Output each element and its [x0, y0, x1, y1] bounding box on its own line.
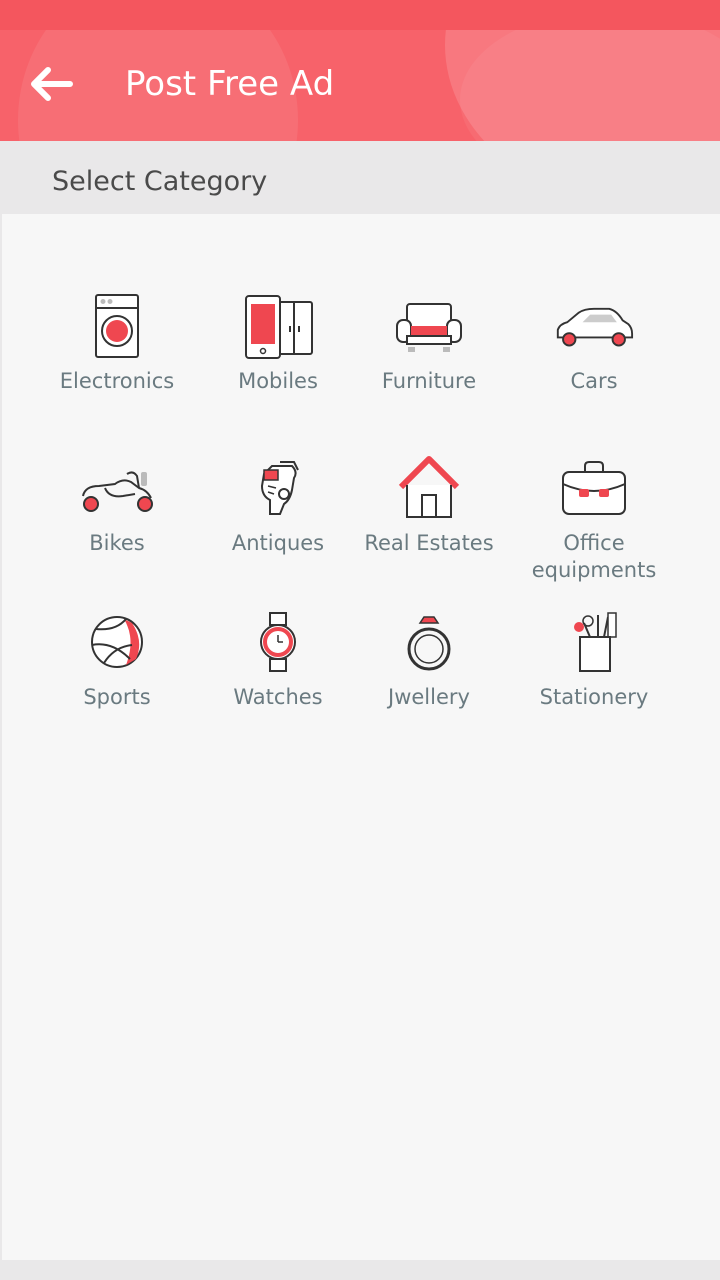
category-label: Cars — [570, 369, 618, 393]
category-furniture[interactable]: Furniture — [344, 290, 514, 400]
category-label: Sports — [83, 685, 151, 709]
pencil-cup-icon — [554, 606, 634, 678]
category-label: Mobiles — [238, 369, 318, 393]
page-title: Post Free Ad — [125, 64, 335, 104]
category-mobiles[interactable]: Mobiles — [193, 290, 363, 400]
status-bar — [0, 0, 720, 30]
section-title: Select Category — [52, 166, 268, 197]
back-button[interactable] — [22, 58, 80, 110]
car-icon — [554, 290, 634, 362]
motorbike-icon — [77, 452, 157, 524]
category-bikes[interactable]: Bikes — [32, 452, 202, 562]
briefcase-icon — [554, 452, 634, 524]
category-label: Office equipments — [531, 531, 657, 582]
category-cars[interactable]: Cars — [509, 290, 679, 400]
category-label: Electronics — [59, 369, 175, 393]
category-sports[interactable]: Sports — [32, 606, 202, 716]
category-watches[interactable]: Watches — [193, 606, 363, 716]
category-label: Bikes — [89, 531, 145, 555]
category-real-estates[interactable]: Real Estates — [344, 452, 514, 562]
volleyball-icon — [77, 606, 157, 678]
category-electronics[interactable]: Electronics — [32, 290, 202, 400]
house-icon — [389, 452, 469, 524]
category-office-equipments[interactable]: Office equipments — [509, 452, 679, 582]
category-label: Furniture — [381, 369, 477, 393]
category-label: Real Estates — [364, 531, 494, 555]
category-label: Watches — [233, 685, 323, 709]
app-bar-decoration — [460, 30, 720, 141]
wristwatch-icon — [238, 606, 318, 678]
washing-machine-icon — [77, 290, 157, 362]
category-label: Antiques — [231, 531, 325, 555]
mobile-phone-icon — [238, 290, 318, 362]
antique-statue-icon — [238, 452, 318, 524]
sofa-icon — [389, 290, 469, 362]
category-jewellery[interactable]: Jwellery — [344, 606, 514, 716]
category-label: Jwellery — [388, 685, 470, 709]
arrow-left-icon — [31, 67, 73, 101]
app-bar — [0, 30, 720, 141]
category-label: Stationery — [539, 685, 649, 709]
category-stationery[interactable]: Stationery — [509, 606, 679, 716]
ring-icon — [389, 606, 469, 678]
category-antiques[interactable]: Antiques — [193, 452, 363, 562]
